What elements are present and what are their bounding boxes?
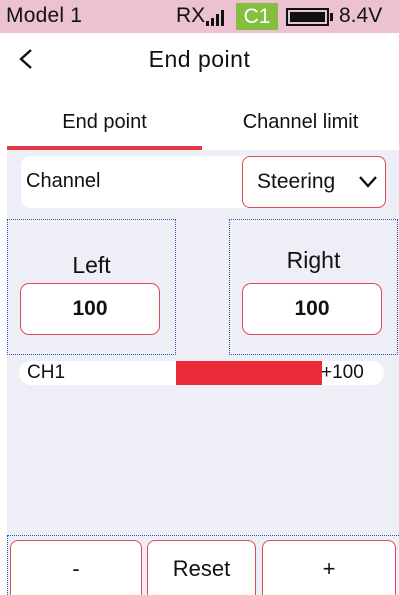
page-title: End point: [148, 46, 251, 72]
channel-badge: C1: [236, 3, 278, 30]
chevron-down-icon: [359, 176, 377, 188]
header: End point: [0, 33, 399, 85]
channel-select[interactable]: Steering: [242, 156, 386, 208]
model-name: Model 1: [6, 4, 83, 27]
signal-bars-icon: [206, 10, 230, 26]
battery-voltage: 8.4V: [339, 4, 383, 27]
channel-output-bar: CH1 +100: [19, 361, 384, 385]
decrease-button[interactable]: -: [10, 540, 142, 595]
channel-output-value: +100: [321, 362, 364, 383]
battery-full-icon: [286, 8, 329, 26]
right-value-field[interactable]: 100: [242, 283, 382, 335]
reset-button[interactable]: Reset: [147, 540, 256, 595]
tab-end-point[interactable]: End point: [7, 94, 202, 150]
right-panel: Right 100: [229, 219, 398, 355]
battery-tip: [330, 13, 333, 21]
rx-label: RX: [176, 4, 206, 27]
channel-row: Channel Steering: [21, 156, 386, 208]
status-bar: Model 1 RX C1 8.4V: [0, 0, 399, 33]
tab-bar: End point Channel limit: [7, 94, 399, 150]
right-label: Right: [286, 247, 341, 273]
channel-selected-value: Steering: [257, 170, 336, 193]
channel-output-name: CH1: [27, 362, 66, 383]
left-panel: Left 100: [7, 219, 176, 355]
increase-button[interactable]: +: [262, 540, 396, 595]
channel-output-fill: [176, 361, 322, 385]
channel-label: Channel: [26, 170, 101, 192]
active-tab-indicator: [7, 146, 202, 150]
left-label: Left: [72, 252, 111, 278]
left-value-field[interactable]: 100: [20, 283, 160, 335]
tab-channel-limit[interactable]: Channel limit: [202, 94, 399, 150]
